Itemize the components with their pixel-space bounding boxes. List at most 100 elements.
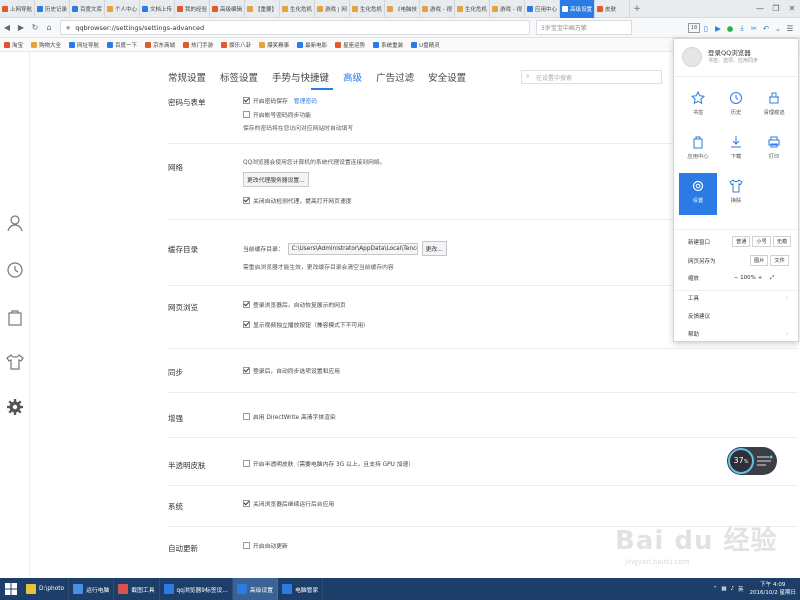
phone-icon[interactable]: ▯ — [700, 24, 712, 33]
gear-icon[interactable] — [6, 398, 24, 416]
bookmark-item[interactable]: U盘精灵 — [411, 41, 440, 49]
browser-tab[interactable]: 游戏 - 视 — [490, 0, 525, 18]
browser-tab[interactable]: 生化危机 — [455, 0, 490, 18]
taskbar-item[interactable]: 高级设置 — [232, 578, 279, 600]
browser-tab[interactable]: 应用中心 — [525, 0, 560, 18]
browser-tab[interactable]: 游戏 - 视 — [420, 0, 455, 18]
menu-feedback[interactable]: 反馈建议 — [688, 312, 792, 320]
shopping-bag-icon[interactable] — [6, 308, 24, 326]
taskbar-item[interactable]: 电脑管家 — [278, 578, 324, 600]
new-window-small-button[interactable]: 小号 — [752, 236, 771, 247]
refresh-icon[interactable]: ↻ — [28, 23, 42, 32]
menu-settings[interactable]: 设置 — [679, 173, 717, 215]
browser-tab[interactable]: 生化危机 — [280, 0, 315, 18]
bookmark-item[interactable]: 淘宝 — [4, 41, 23, 49]
menu-help[interactable]: 帮助 › — [688, 330, 792, 338]
menu-bookmarks[interactable]: 书签 — [679, 85, 717, 127]
ime-indicator[interactable]: 英 — [738, 585, 744, 593]
save-as-file-button[interactable]: 文件 — [770, 255, 789, 266]
manage-passwords-link[interactable]: 管理密码 — [294, 96, 317, 105]
undo-icon[interactable]: ↶ — [760, 24, 772, 33]
browser-tab[interactable]: 皮肤 — [595, 0, 630, 18]
bookmark-item[interactable]: 京东商城 — [145, 41, 175, 49]
directwrite-option[interactable]: 启用 DirectWrite 高清字体渲染 — [243, 412, 336, 421]
password-sync-option[interactable]: 开启帐号密码同步功能 — [243, 110, 311, 119]
settings-search-input[interactable]: ⌕ 在设置中搜索 — [521, 70, 662, 84]
menu-app-center[interactable]: 应用中心 — [679, 129, 717, 171]
download-icon[interactable]: ⤓ — [736, 23, 748, 33]
menu-print[interactable]: 打印 — [755, 129, 793, 171]
volume-icon[interactable]: ♪ — [731, 586, 735, 592]
bookmark-item[interactable]: 最新电影 — [297, 41, 327, 49]
browser-tab[interactable]: 历史记录 — [35, 0, 70, 18]
taskbar-item[interactable]: D:\photo — [22, 578, 70, 600]
forward-arrow-icon[interactable]: ▶ — [14, 23, 28, 32]
new-window-incognito-button[interactable]: 无痕 — [772, 236, 792, 247]
checkbox[interactable] — [243, 111, 250, 118]
bookmark-item[interactable]: 百度一下 — [107, 41, 137, 49]
checkbox[interactable] — [243, 542, 250, 549]
more-chevron-icon[interactable]: ⌄ — [772, 24, 784, 33]
tab-adblock[interactable]: 广告过滤 — [376, 70, 414, 88]
tray-up-arrow-icon[interactable]: ⌃ — [713, 586, 718, 592]
browser-tab[interactable]: 高级设置 — [560, 0, 595, 18]
checkbox[interactable] — [243, 367, 250, 374]
tab-gestures[interactable]: 手势与快捷键 — [272, 70, 329, 88]
taskbar-item[interactable]: qq浏览器9标签设... — [160, 578, 233, 600]
user-icon[interactable] — [6, 214, 24, 232]
clock-icon[interactable] — [6, 261, 24, 279]
network-icon[interactable]: ▦ — [721, 586, 726, 592]
browser-tab[interactable]: 游戏 | 网 — [315, 0, 350, 18]
tshirt-icon[interactable] — [6, 353, 24, 371]
change-proxy-button[interactable]: 更改代理服务器设置... — [243, 172, 309, 187]
menu-icon[interactable]: ☰ — [784, 24, 796, 33]
bookmark-item[interactable]: 娱乐八卦 — [221, 41, 251, 49]
url-input[interactable]: ★ qqbrowser://settings/settings-advanced — [60, 20, 530, 35]
bookmark-item[interactable]: 爆笑糗事 — [259, 41, 289, 49]
home-icon[interactable]: ⌂ — [42, 23, 56, 32]
menu-tools[interactable]: 工具 › — [688, 294, 792, 302]
menu-history[interactable]: 历史 — [717, 85, 755, 127]
zoom-out-button[interactable]: − — [732, 275, 740, 281]
back-arrow-icon[interactable]: ◀ — [0, 23, 14, 32]
menu-download[interactable]: 下载 — [717, 129, 755, 171]
bookmark-item[interactable]: 网址导航 — [69, 41, 99, 49]
star-icon[interactable]: ★ — [65, 24, 71, 32]
tab-general[interactable]: 常规设置 — [168, 70, 206, 88]
bookmark-item[interactable]: 热门手游 — [183, 41, 213, 49]
close-window-button[interactable]: ✕ — [784, 0, 800, 18]
browser-tab[interactable]: 文档上传 — [140, 0, 175, 18]
login-area[interactable]: 登录QQ浏览器 书签、选项、应用同步 — [674, 39, 798, 77]
proxy-detect-option[interactable]: 关闭自动检测代理，提高打开网页速度 — [243, 196, 352, 205]
taskbar-item[interactable]: 截图工具 — [114, 578, 160, 600]
tab-advanced[interactable]: 高级 — [343, 70, 362, 88]
avatar[interactable] — [682, 47, 702, 67]
checkbox[interactable] — [243, 500, 250, 507]
auto-update-option[interactable]: 开启自动更新 — [243, 541, 288, 550]
new-window-normal-button[interactable]: 普通 — [732, 236, 751, 247]
restore-pages-option[interactable]: 登录浏览器后，自动恢复展示的网页 — [243, 300, 346, 309]
browser-tab[interactable]: 我的经验 — [175, 0, 210, 18]
tab-tabs[interactable]: 标签设置 — [220, 70, 258, 88]
menu-skin[interactable]: 换肤 — [717, 173, 755, 215]
browser-tab[interactable]: 【重要】 — [245, 0, 280, 18]
minimize-button[interactable]: — — [752, 0, 768, 18]
bookmark-item[interactable]: 购物大全 — [31, 41, 61, 49]
password-save-option[interactable]: 开启密码保存 管理密码 — [243, 96, 317, 105]
sync-option[interactable]: 登录后，自动同步选项设置和应用 — [243, 366, 340, 375]
start-button[interactable] — [0, 578, 22, 600]
checkbox[interactable] — [243, 321, 250, 328]
play-icon[interactable]: ▶ — [712, 24, 724, 33]
checkbox[interactable] — [243, 460, 250, 467]
browser-tab[interactable]: 生化危机 — [350, 0, 385, 18]
browser-tab[interactable]: 高级编辑 — [210, 0, 245, 18]
speed-widget[interactable]: 37% — [727, 447, 777, 475]
status-dot-icon[interactable]: ● — [724, 24, 736, 33]
translucent-skin-option[interactable]: 开启半透明皮肤（需要电脑内存 3G 以上，且支持 GPU 加速） — [243, 459, 414, 468]
change-cache-button[interactable]: 更改... — [421, 241, 447, 256]
cache-path-field[interactable]: C:\Users\Administrator\AppData\Local\Ten… — [287, 242, 418, 255]
background-apps-option[interactable]: 关闭浏览器后继续运行后台应用 — [243, 499, 334, 508]
checkbox[interactable] — [243, 301, 250, 308]
bookmark-item[interactable]: 系统重装 — [373, 41, 403, 49]
checkbox[interactable] — [243, 197, 250, 204]
